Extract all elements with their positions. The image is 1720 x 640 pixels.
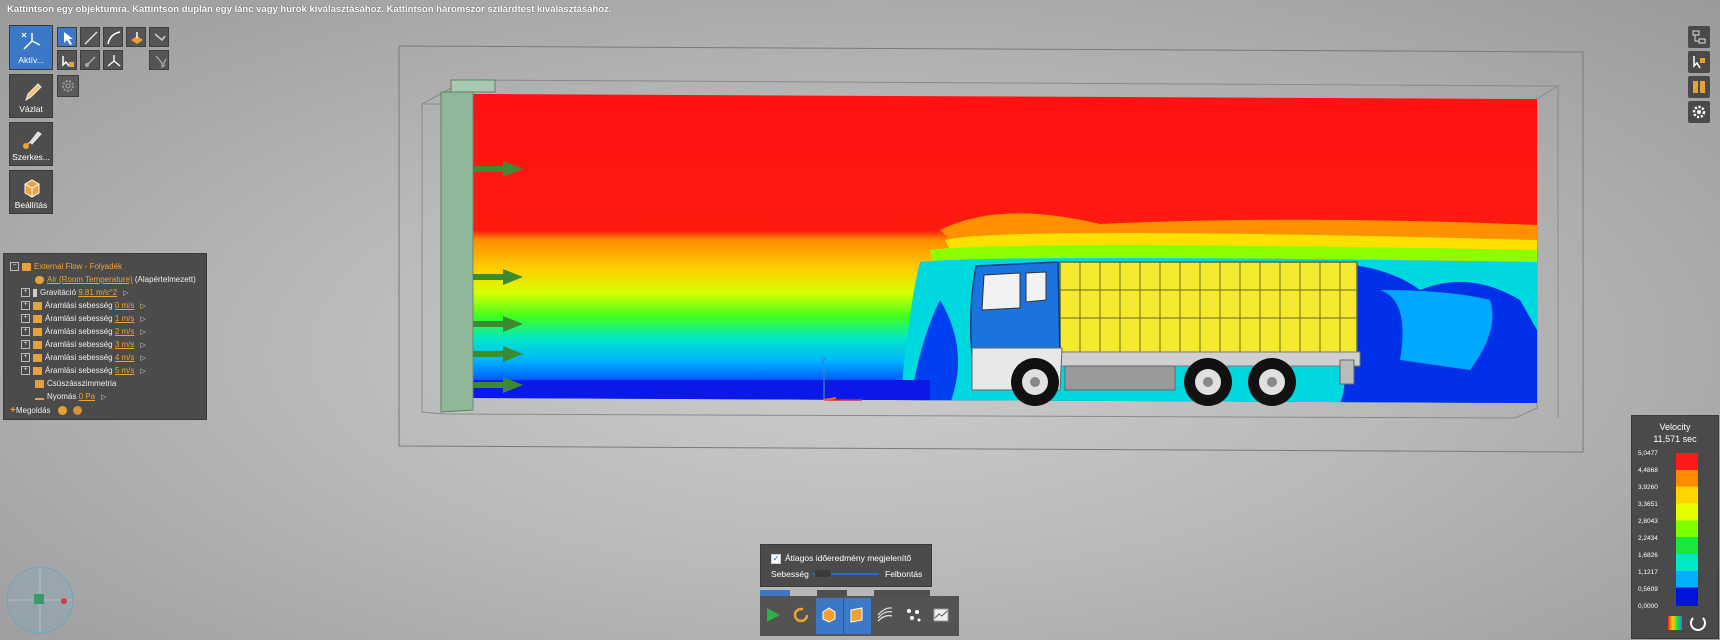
bottom-toolbar xyxy=(760,596,959,636)
legend-tick: 5,0477 xyxy=(1638,450,1658,457)
legend-tick: 0,5609 xyxy=(1638,586,1658,593)
average-result-label: Átlagos időeredmény megjelenítő xyxy=(785,553,912,563)
legend-tick: 2,2434 xyxy=(1638,535,1658,542)
z-axis-label: Z xyxy=(821,357,826,366)
select-tool-button[interactable] xyxy=(1688,51,1710,73)
legend-color-bar xyxy=(1676,453,1698,606)
resolution-label: Felbontás xyxy=(885,569,923,579)
tree-icon xyxy=(1692,30,1706,44)
legend-tick: 2,8043 xyxy=(1638,518,1658,525)
inlet-face xyxy=(440,91,474,413)
truck-wheel xyxy=(1011,358,1059,406)
truck-wheel xyxy=(1248,358,1296,406)
display-button[interactable] xyxy=(1688,76,1710,98)
structure-view-button[interactable] xyxy=(1688,26,1710,48)
view-orientation-gizmo[interactable] xyxy=(6,566,74,634)
gear-icon xyxy=(1692,105,1706,119)
chart-button[interactable] xyxy=(928,598,955,634)
legend-tick: 3,9260 xyxy=(1638,484,1658,491)
plane-button[interactable] xyxy=(844,598,871,634)
truck-wheel xyxy=(1184,358,1232,406)
legend-tick: 1,6826 xyxy=(1638,552,1658,559)
average-result-checkbox[interactable]: ✓ xyxy=(771,554,781,564)
legend-title: Velocity xyxy=(1659,422,1691,432)
plane-icon xyxy=(850,607,863,623)
chart-icon xyxy=(933,608,949,622)
slider-handle[interactable] xyxy=(815,570,831,577)
play-button[interactable] xyxy=(760,598,787,634)
options-button[interactable] xyxy=(1688,101,1710,123)
streamlines-icon xyxy=(877,607,893,622)
reset-button[interactable] xyxy=(788,598,815,634)
cursor-select-icon xyxy=(1693,56,1705,69)
speed-label: Sebesség xyxy=(771,569,809,579)
particles-button[interactable] xyxy=(900,598,927,634)
reset-icon xyxy=(793,607,809,623)
surface-button[interactable] xyxy=(816,598,843,634)
legend-reset-icon[interactable] xyxy=(1690,615,1706,631)
legend-tick: 0,0000 xyxy=(1638,603,1658,610)
legend-tick: 3,3651 xyxy=(1638,501,1658,508)
particles-icon xyxy=(907,609,921,622)
animation-options-panel: ✓ Átlagos időeredmény megjelenítő Sebess… xyxy=(760,544,932,587)
inlet-face-top xyxy=(450,79,496,93)
legend-tick: 4,4868 xyxy=(1638,467,1658,474)
legend-tick: 1,1217 xyxy=(1638,569,1658,576)
legend-time: 11,571 sec xyxy=(1653,434,1697,444)
streamlines-button[interactable] xyxy=(872,598,899,634)
velocity-legend: Velocity 11,571 sec 5,0477 4,4868 3,9260… xyxy=(1631,415,1719,639)
cube-icon xyxy=(822,607,836,623)
display-layers-icon xyxy=(1693,81,1705,93)
legend-palette-icon[interactable] xyxy=(1668,616,1682,630)
play-icon xyxy=(767,608,780,622)
